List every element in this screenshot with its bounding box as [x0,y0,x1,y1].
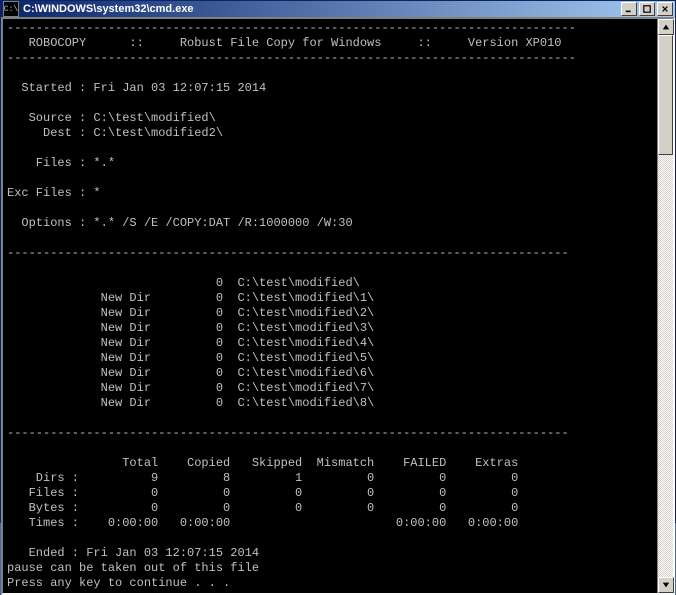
scroll-up-button[interactable] [658,19,674,35]
window-buttons [621,2,673,16]
scroll-down-button[interactable] [658,577,674,593]
app-icon: C:\ [3,1,19,17]
window-title: C:\WINDOWS\system32\cmd.exe [23,3,621,15]
scroll-thumb[interactable] [658,35,673,155]
cmd-window: C:\ C:\WINDOWS\system32\cmd.exe --------… [0,0,676,523]
client-area: ----------------------------------------… [1,17,675,595]
scroll-track[interactable] [658,35,673,577]
minimize-button[interactable] [621,2,637,16]
close-button[interactable] [657,2,673,16]
titlebar[interactable]: C:\ C:\WINDOWS\system32\cmd.exe [1,1,675,17]
vertical-scrollbar[interactable] [657,19,673,593]
console-output[interactable]: ----------------------------------------… [3,19,657,593]
maximize-button[interactable] [639,2,655,16]
